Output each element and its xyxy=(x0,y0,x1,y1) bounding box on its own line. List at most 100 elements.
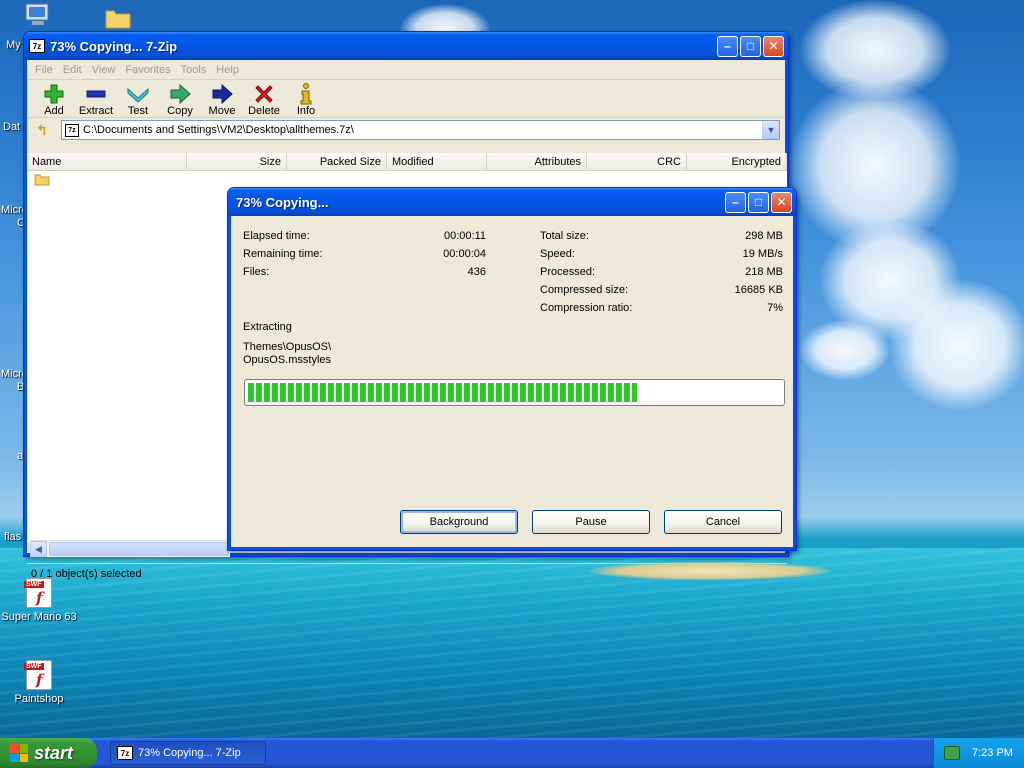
files-label: Files: xyxy=(243,266,270,278)
column-name[interactable]: Name xyxy=(27,153,187,170)
minimize-button[interactable]: – xyxy=(725,191,746,213)
list-item[interactable] xyxy=(27,171,787,187)
flash-file-icon: SWF f xyxy=(24,660,52,690)
plus-icon xyxy=(33,83,75,105)
progress-bar-fill xyxy=(248,383,638,402)
elapsed-time-value: 00:00:11 xyxy=(443,230,486,242)
total-size-label: Total size: xyxy=(540,230,589,242)
menu-edit[interactable]: Edit xyxy=(59,64,88,76)
menu-file[interactable]: File xyxy=(31,64,59,76)
operation-label: Extracting xyxy=(243,321,292,333)
test-button[interactable]: Test xyxy=(117,83,159,117)
add-label: Add xyxy=(44,105,64,117)
start-button[interactable]: start xyxy=(0,738,97,768)
toolbar: Add Extract Test Copy Move Delete Info xyxy=(27,80,785,118)
move-arrow-icon xyxy=(201,83,243,105)
clock[interactable]: 7:23 PM xyxy=(972,747,1013,759)
main-title-bar[interactable]: 7z 73% Copying... 7-Zip – □ ✕ xyxy=(24,32,788,60)
7zip-app-icon: 7z xyxy=(29,39,45,53)
menu-bar: File Edit View Favorites Tools Help xyxy=(27,60,785,80)
progress-dialog[interactable]: 73% Copying... – □ ✕ Elapsed time: 00:00… xyxy=(227,187,797,551)
maximize-button[interactable]: □ xyxy=(748,191,769,213)
close-button[interactable]: ✕ xyxy=(763,35,784,57)
add-button[interactable]: Add xyxy=(33,83,75,117)
compressed-size-value: 16685 KB xyxy=(734,284,783,296)
minimize-button[interactable]: – xyxy=(717,35,738,57)
address-field[interactable]: 7z C:\Documents and Settings\VM2\Desktop… xyxy=(61,120,780,140)
taskbar-item-7zip[interactable]: 7z 73% Copying... 7-Zip xyxy=(110,741,266,765)
info-button[interactable]: Info xyxy=(285,83,327,117)
desktop-icon-label-cut: flas xyxy=(4,531,22,543)
speed-label: Speed: xyxy=(540,248,575,260)
delete-x-icon xyxy=(243,83,285,105)
folder-up-icon[interactable]: ↰ xyxy=(33,121,51,139)
test-label: Test xyxy=(127,105,149,117)
copy-button[interactable]: Copy xyxy=(159,83,201,117)
copy-label: Copy xyxy=(167,105,193,117)
delete-label: Delete xyxy=(248,105,280,117)
cancel-button[interactable]: Cancel xyxy=(664,510,782,534)
progress-bar xyxy=(244,379,785,406)
remaining-time-value: 00:00:04 xyxy=(443,248,486,260)
taskbar: start 7z 73% Copying... 7-Zip 7:23 PM xyxy=(0,738,1024,768)
menu-view[interactable]: View xyxy=(88,64,122,76)
column-modified[interactable]: Modified xyxy=(387,153,487,170)
folder-icon xyxy=(34,174,50,186)
menu-tools[interactable]: Tools xyxy=(177,64,213,76)
column-headers: Name Size Packed Size Modified Attribute… xyxy=(27,153,787,171)
system-tray: 7:23 PM xyxy=(933,738,1024,768)
archive-icon: 7z xyxy=(65,123,79,137)
move-button[interactable]: Move xyxy=(201,83,243,117)
column-attributes[interactable]: Attributes xyxy=(487,153,587,170)
info-label: Info xyxy=(296,105,316,117)
my-computer-icon[interactable] xyxy=(24,2,54,28)
start-label: start xyxy=(34,742,74,763)
extract-button[interactable]: Extract xyxy=(75,83,117,117)
address-text: C:\Documents and Settings\VM2\Desktop\al… xyxy=(83,124,354,136)
column-size[interactable]: Size xyxy=(187,153,287,170)
desktop-icon-super-mario[interactable]: SWF f Super Mario 63 xyxy=(0,578,79,623)
horizontal-scrollbar[interactable]: ◀ xyxy=(30,540,230,557)
menu-help[interactable]: Help xyxy=(212,64,245,76)
info-icon xyxy=(285,83,327,105)
maximize-button[interactable]: □ xyxy=(740,35,761,57)
main-window-title: 73% Copying... 7-Zip xyxy=(50,38,178,54)
compressed-size-label: Compressed size: xyxy=(540,284,629,296)
column-encrypted[interactable]: Encrypted xyxy=(687,153,787,170)
network-icon[interactable] xyxy=(944,746,960,760)
speed-value: 19 MB/s xyxy=(742,248,783,260)
background-button[interactable]: Background xyxy=(400,510,518,534)
minus-icon xyxy=(75,83,117,105)
status-bar: 0 / 1 object(s) selected xyxy=(27,563,787,583)
current-path: Themes\OpusOS\ xyxy=(243,341,332,353)
files-value: 436 xyxy=(467,266,486,278)
processed-label: Processed: xyxy=(540,266,596,278)
progress-title-bar[interactable]: 73% Copying... – □ ✕ xyxy=(228,188,796,216)
pause-button[interactable]: Pause xyxy=(532,510,650,534)
scroll-left-icon[interactable]: ◀ xyxy=(30,541,47,557)
delete-button[interactable]: Delete xyxy=(243,83,285,117)
desktop-icon-label-cut: Dat xyxy=(3,121,21,133)
7zip-app-icon: 7z xyxy=(117,746,133,760)
column-crc[interactable]: CRC xyxy=(587,153,687,170)
scroll-thumb[interactable] xyxy=(49,542,229,556)
close-button[interactable]: ✕ xyxy=(771,191,792,213)
folder-icon[interactable] xyxy=(104,6,132,30)
total-size-value: 298 MB xyxy=(745,230,783,242)
progress-dialog-body: Elapsed time: 00:00:11 Remaining time: 0… xyxy=(228,216,796,550)
processed-value: 218 MB xyxy=(745,266,783,278)
compression-ratio-value: 7% xyxy=(767,302,783,314)
column-packed-size[interactable]: Packed Size xyxy=(287,153,387,170)
desktop-icon-label: Paintshop xyxy=(14,693,64,705)
menu-favorites[interactable]: Favorites xyxy=(121,64,176,76)
address-dropdown-icon[interactable]: ▼ xyxy=(762,121,779,139)
desktop-icon-paintshop[interactable]: SWF f Paintshop xyxy=(0,660,79,705)
copy-arrow-icon xyxy=(159,83,201,105)
windows-logo-icon xyxy=(10,744,28,762)
remaining-time-label: Remaining time: xyxy=(243,248,323,260)
move-label: Move xyxy=(208,105,236,117)
elapsed-time-label: Elapsed time: xyxy=(243,230,310,242)
checkmark-icon xyxy=(117,83,159,105)
taskbar-item-label: 73% Copying... 7-Zip xyxy=(138,747,241,759)
extract-label: Extract xyxy=(78,105,114,117)
